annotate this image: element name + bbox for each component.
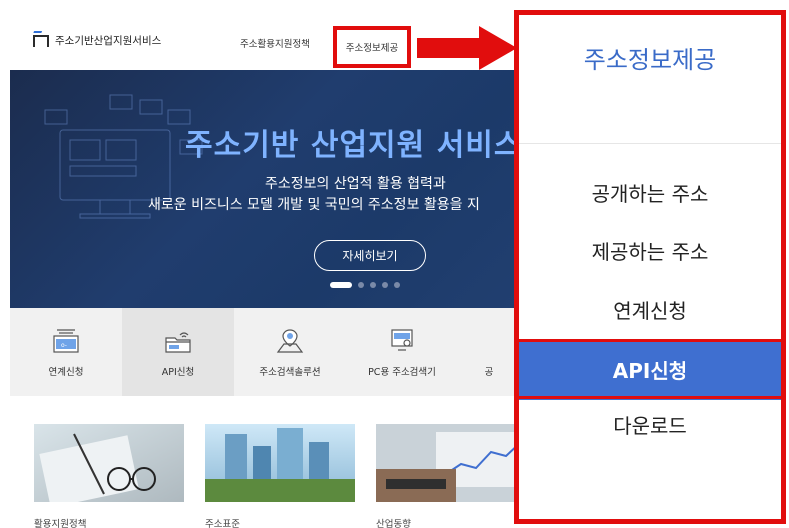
slide-dot-active[interactable]: [330, 282, 352, 288]
service-label: API신청: [161, 367, 195, 378]
slide-dot[interactable]: [358, 282, 364, 288]
dropdown-title: 주소정보제공: [583, 46, 717, 74]
thumbnail-industry-image[interactable]: [376, 424, 526, 502]
dropdown-divider: [519, 143, 781, 144]
hero-monitor-graphic: [44, 94, 203, 219]
hero-subtitle-line2: 새로운 비즈니스 모델 개발 및 국민의 주소정보 활용을 지: [148, 197, 480, 213]
service-address-search-solution[interactable]: 주소검색솔루션: [234, 308, 346, 396]
svg-text:o-: o-: [61, 342, 67, 349]
menu-item-provided-address[interactable]: 제공하는 주소: [519, 236, 781, 265]
thumbnail-label[interactable]: 주소표준: [205, 516, 240, 528]
service-api-request[interactable]: API신청: [122, 308, 234, 396]
highlight-box: [514, 339, 786, 399]
service-label: PC용 주소검색기: [368, 367, 436, 378]
hero-subtitle-line1: 주소정보의 산업적 활용 협력과: [265, 176, 446, 192]
address-info-dropdown: 주소정보제공 공개하는 주소 제공하는 주소 연계신청 API신청 다운로드: [514, 10, 786, 524]
pc-search-icon: [391, 329, 413, 351]
slide-dot[interactable]: [394, 282, 400, 288]
details-button[interactable]: 자세히보기: [314, 240, 426, 271]
hero-banner: 주소기반 산업지원 서비스 주소정보의 산업적 활용 협력과 새로운 비즈니스 …: [10, 70, 520, 308]
service-label: 주소검색솔루션: [259, 367, 321, 378]
annotation-arrow: [417, 26, 517, 70]
slide-dot[interactable]: [370, 282, 376, 288]
slide-dot[interactable]: [382, 282, 388, 288]
nav-address-policy[interactable]: 주소활용지원정책: [240, 36, 310, 50]
service-partial[interactable]: 공: [458, 308, 520, 396]
thumbnail-policy-image[interactable]: [34, 424, 184, 502]
service-label: 연계신청: [48, 367, 84, 378]
service-link-request[interactable]: o- 연계신청: [10, 308, 122, 396]
nav-address-info-label: 주소정보제공: [345, 43, 399, 54]
thumbnail-standard-image[interactable]: [205, 424, 355, 502]
logo-text: 주소기반산업지원서비스: [55, 35, 162, 47]
menu-item-link-request[interactable]: 연계신청: [519, 295, 781, 324]
link-server-icon: o-: [53, 329, 79, 353]
logo-icon: [33, 34, 49, 47]
thumbnail-label[interactable]: 활용지원정책: [34, 516, 86, 528]
thumbnail-label[interactable]: 산업동향: [376, 516, 411, 528]
site-logo[interactable]: 주소기반산업지원서비스: [33, 33, 161, 48]
service-pc-address-search[interactable]: PC용 주소검색기: [346, 308, 458, 396]
service-label: 공: [484, 367, 494, 378]
map-pin-icon: [276, 329, 304, 353]
hero-title: 주소기반 산업지원 서비스: [185, 128, 520, 163]
service-menu: o- 연계신청 API신청 주소검색솔루션 PC용 주소검색기 공: [10, 308, 520, 396]
menu-item-public-address[interactable]: 공개하는 주소: [519, 178, 781, 207]
api-folder-icon: [165, 332, 191, 353]
slide-indicator: [330, 282, 400, 288]
menu-item-download[interactable]: 다운로드: [519, 410, 781, 439]
nav-address-info[interactable]: 주소정보제공: [333, 26, 411, 68]
